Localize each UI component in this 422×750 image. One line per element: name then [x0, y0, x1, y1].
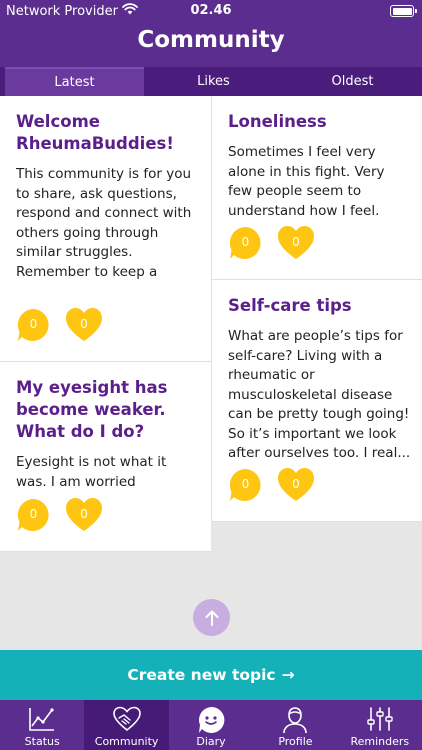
comment-count-icon[interactable]: 0 [16, 498, 51, 532]
topic-title: Loneliness [228, 112, 327, 131]
like-count: 0 [292, 477, 300, 491]
nav-label: Community [94, 735, 159, 748]
like-heart-icon[interactable]: 0 [65, 497, 103, 533]
comment-count: 0 [241, 477, 250, 491]
topic-reactions: 0 0 [16, 307, 103, 343]
chat-smile-icon [199, 706, 225, 733]
person-icon [283, 707, 308, 734]
scroll-to-top-button[interactable] [193, 599, 230, 636]
comment-count: 0 [241, 235, 250, 249]
topic-reactions: 0 0 [228, 467, 315, 503]
tab-oldest[interactable]: Oldest [283, 67, 422, 96]
battery-icon [390, 5, 417, 17]
like-heart-icon[interactable]: 0 [277, 467, 315, 503]
tab-likes[interactable]: Likes [144, 67, 283, 96]
nav-label: Reminders [350, 735, 410, 748]
topic-card[interactable]: Welcome RheumaBuddies! This community is… [0, 96, 211, 362]
clock: 02.46 [190, 3, 232, 18]
comment-count-icon[interactable]: 0 [16, 308, 51, 342]
nav-community[interactable]: Community [84, 700, 169, 750]
topic-reactions: 0 0 [228, 225, 315, 261]
topic-excerpt: This community is for you to share, ask … [16, 166, 192, 280]
like-heart-icon[interactable]: 0 [65, 307, 103, 343]
status-bar: Network Provider 02.46 [0, 0, 422, 22]
nav-label: Profile [278, 735, 313, 748]
like-count: 0 [80, 317, 88, 331]
nav-reminders[interactable]: Reminders [338, 700, 422, 750]
nav-label: Status [24, 735, 60, 748]
comment-count: 0 [29, 317, 38, 331]
topic-title: My eyesight has become weaker. What do I… [16, 378, 168, 441]
topics-column-right: Loneliness Sometimes I feel very alone i… [211, 96, 422, 522]
chart-icon [29, 708, 55, 731]
comment-count: 0 [29, 507, 38, 521]
app-header: Network Provider 02.46 Community Latest … [0, 0, 422, 96]
sliders-icon [367, 707, 393, 731]
topic-reactions: 0 0 [16, 497, 103, 533]
topic-card[interactable]: My eyesight has become weaker. What do I… [0, 362, 211, 552]
nav-profile[interactable]: Profile [253, 700, 337, 750]
nav-label: Diary [196, 735, 226, 748]
tab-latest[interactable]: Latest [5, 67, 144, 96]
like-count: 0 [292, 235, 300, 249]
topic-excerpt: What are people’s tips for self-care? Li… [228, 328, 411, 461]
sort-tabs: Latest Likes Oldest [0, 67, 422, 96]
topics-feed: Welcome RheumaBuddies! This community is… [0, 96, 422, 650]
topic-card[interactable]: Loneliness Sometimes I feel very alone i… [212, 96, 422, 280]
like-heart-icon[interactable]: 0 [277, 225, 315, 261]
comment-count-icon[interactable]: 0 [228, 226, 263, 260]
page-title: Community [137, 27, 285, 53]
arrow-right-icon: → [281, 666, 295, 684]
like-count: 0 [80, 507, 88, 521]
topic-card[interactable]: Self-care tips What are people’s tips fo… [212, 280, 422, 522]
comment-count-icon[interactable]: 0 [228, 468, 263, 502]
topics-column-left: Welcome RheumaBuddies! This community is… [0, 96, 211, 552]
create-new-topic-button[interactable]: Create new topic → [0, 650, 422, 700]
nav-diary[interactable]: Diary [169, 700, 253, 750]
bottom-nav: Status Community Diary Profile Reminders [0, 700, 422, 750]
arrow-up-icon [205, 610, 218, 626]
topic-title: Welcome RheumaBuddies! [16, 112, 174, 153]
create-new-topic-label: Create new topic [127, 666, 276, 684]
topic-title: Self-care tips [228, 296, 352, 315]
nav-status[interactable]: Status [0, 700, 84, 750]
topic-excerpt: Sometimes I feel very alone in this figh… [228, 144, 385, 219]
topic-excerpt: Eyesight is not what it was. I am worrie… [16, 454, 167, 490]
handshake-heart-icon [112, 706, 141, 732]
